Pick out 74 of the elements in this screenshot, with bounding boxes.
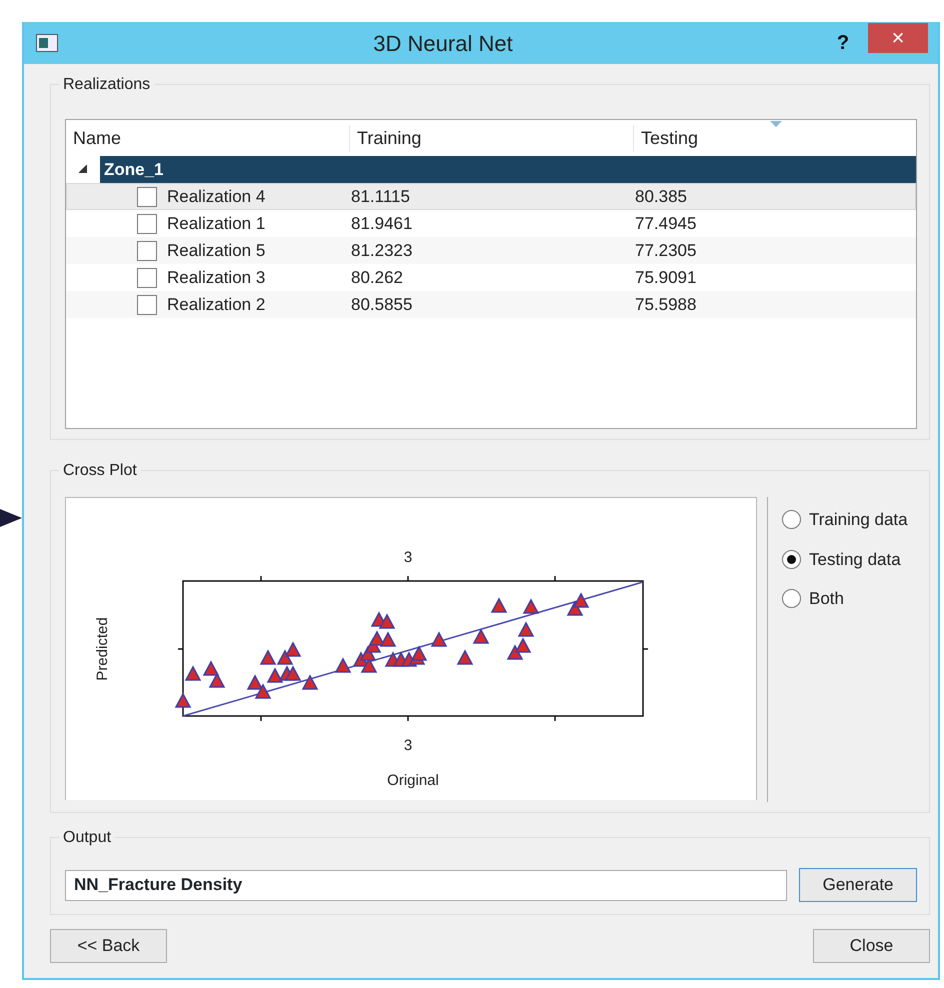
sort-indicator-icon [770, 121, 782, 127]
data-point [380, 631, 396, 647]
data-point [284, 641, 302, 657]
table-cell-text: Realization 5 [167, 240, 266, 262]
back-button[interactable]: << Back [50, 929, 167, 963]
table-cell-text: 81.9461 [351, 212, 414, 235]
data-point [566, 600, 584, 616]
table-cell-text: 77.2305 [635, 240, 696, 262]
close-button[interactable]: × [868, 23, 928, 53]
table-row[interactable]: Realization 3 80.262 75.9091 [66, 264, 916, 291]
axis-label: Predicted [94, 617, 111, 681]
column-header[interactable]: Name [66, 124, 350, 152]
pointer-arrow-icon [0, 509, 22, 527]
data-point [276, 649, 294, 665]
output-name-field[interactable]: NN_Fracture Density [65, 870, 788, 900]
checkbox[interactable] [137, 186, 157, 206]
table-cell-text: 80.385 [635, 186, 687, 208]
radio-option[interactable]: Training data [782, 507, 908, 532]
table-cell-text: Realization 2 [167, 294, 266, 316]
data-point [368, 630, 386, 646]
column-header[interactable]: Training [350, 124, 634, 152]
app-icon [36, 34, 58, 52]
data-point [456, 649, 474, 665]
table-cell-text: 75.9091 [635, 266, 696, 289]
data-point [208, 672, 226, 688]
data-point [260, 649, 276, 665]
table-row[interactable]: Realization 5 81.2323 77.2305 [66, 237, 916, 264]
data-point [472, 628, 490, 644]
data-point [254, 683, 272, 699]
table-cell-text: 75.5988 [635, 294, 696, 316]
data-point [514, 637, 532, 653]
table-row[interactable]: Realization 1 81.9461 77.4945 [66, 210, 916, 237]
table-cell-text: 80.262 [351, 266, 404, 289]
data-point [184, 665, 202, 681]
data-point [378, 613, 396, 629]
checkbox[interactable] [137, 294, 157, 314]
close-dialog-button[interactable]: Close [813, 929, 930, 963]
tick-label: 3 [404, 737, 412, 754]
checkbox[interactable] [137, 240, 157, 260]
data-point [174, 692, 192, 708]
radio-option[interactable]: Testing data [782, 546, 908, 572]
column-header[interactable]: Testing [634, 124, 916, 152]
data-point [490, 597, 508, 613]
radio-option[interactable]: Both [782, 586, 908, 612]
checkbox[interactable] [137, 268, 157, 288]
table-row[interactable]: Realization 2 80.5855 75.5988 [66, 291, 916, 318]
data-point [302, 674, 318, 690]
table-row[interactable]: Realization 4 81.1115 80.385 [66, 183, 916, 210]
help-button[interactable]: ? [818, 28, 868, 58]
window-title: 3D Neural Net [372, 30, 514, 58]
generate-button[interactable]: Generate [799, 868, 917, 902]
expand-arrow-icon[interactable] [79, 165, 87, 174]
data-point [246, 674, 264, 690]
data-point [202, 660, 220, 676]
data-point [266, 667, 284, 683]
table-cell-text: 81.1115 [351, 186, 411, 208]
tick-label: 3 [404, 549, 412, 566]
table-cell-text: Realization 1 [167, 212, 266, 235]
data-point [430, 631, 448, 647]
data-point [284, 665, 302, 681]
checkbox[interactable] [137, 214, 157, 234]
data-point [334, 657, 352, 673]
data-point [410, 645, 428, 661]
data-point [522, 598, 540, 614]
table-cell-text: 80.5855 [351, 294, 414, 316]
table-cell-text: 81.2323 [351, 240, 414, 262]
data-point [518, 621, 534, 637]
table-cell-text: Realization 4 [167, 186, 266, 208]
table-cell-text: Realization 3 [167, 266, 266, 289]
table-cell-text: 77.4945 [635, 212, 696, 235]
data-point [506, 644, 524, 660]
data-point [572, 592, 590, 608]
tree-group-row[interactable]: Zone_1 [100, 156, 916, 183]
axis-label: Original [387, 772, 439, 789]
